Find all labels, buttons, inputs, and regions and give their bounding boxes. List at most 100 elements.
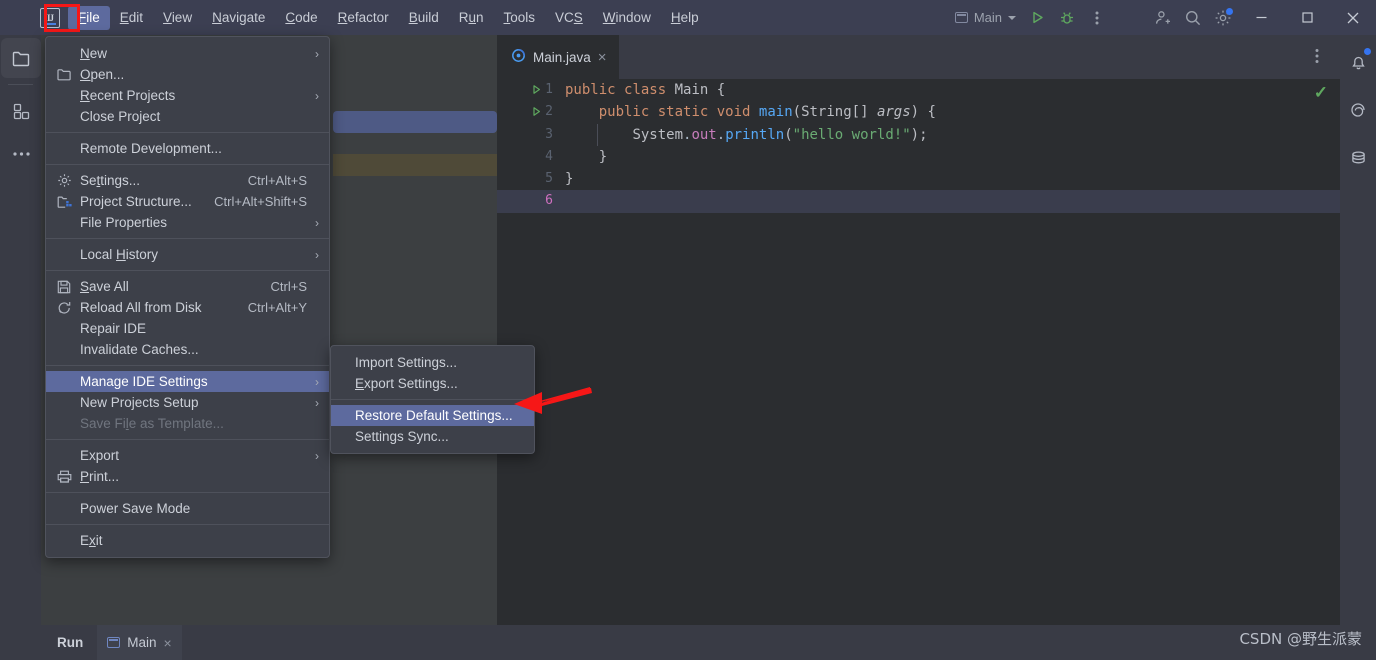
code-line[interactable]: 1 public class Main { — [497, 79, 1340, 101]
maximize-button[interactable] — [1284, 0, 1330, 35]
code-text: System.out.println("hello world!"); — [632, 126, 928, 143]
menu-item-manage-ide-settings[interactable]: Manage IDE Settings › — [46, 371, 329, 392]
run-gutter-icon[interactable] — [531, 106, 540, 117]
menu-item-print[interactable]: Print... — [46, 466, 329, 487]
run-configuration-selector[interactable]: Main — [949, 5, 1022, 31]
chevron-right-icon: › — [315, 215, 319, 230]
debug-icon[interactable] — [1052, 3, 1082, 33]
menu-item-label: Save All — [80, 279, 129, 294]
run-gutter-icon[interactable] — [531, 84, 540, 94]
chevron-right-icon: › — [315, 395, 319, 410]
menu-item-exit[interactable]: Exit — [46, 530, 329, 551]
menu-item-label: New Projects Setup — [80, 395, 199, 410]
menu-edit[interactable]: Edit — [110, 6, 153, 30]
code-line[interactable]: 3 System.out.println("hello world!"); — [497, 123, 1340, 146]
menu-item-label: Remote Development... — [80, 141, 222, 156]
settings-gear-icon[interactable] — [1208, 3, 1238, 33]
menu-item-shortcut: Ctrl+S — [270, 279, 307, 294]
submenu-item-export-settings[interactable]: Export Settings... — [331, 373, 534, 394]
submenu-item-label: Export Settings... — [355, 376, 458, 391]
submenu-item-settings-sync[interactable]: Settings Sync... — [331, 426, 534, 447]
more-options-icon[interactable] — [1082, 3, 1112, 33]
menu-separator — [46, 365, 329, 366]
code-editor[interactable]: 1 public class Main {2 public static void… — [497, 79, 1340, 625]
submenu-item-restore-default-settings[interactable]: Restore Default Settings... — [331, 405, 534, 426]
editor-tab-main-java[interactable]: Main.java × — [497, 35, 619, 79]
menu-item-label: New — [80, 46, 108, 61]
manage-ide-settings-submenu[interactable]: Import Settings... Export Settings... Rest… — [330, 345, 535, 454]
menu-item-remote-development[interactable]: Remote Development... — [46, 138, 329, 159]
close-icon[interactable]: × — [598, 50, 607, 65]
menu-item-new[interactable]: New › — [46, 43, 329, 64]
menu-run[interactable]: Run — [449, 6, 494, 30]
database-icon[interactable] — [1341, 137, 1375, 179]
menu-separator — [46, 132, 329, 133]
run-config-label: Main — [973, 10, 1002, 25]
menu-item-save-all[interactable]: Save All Ctrl+S — [46, 276, 329, 297]
menu-item-repair-ide[interactable]: Repair IDE — [46, 318, 329, 339]
main-menu-bar: File Edit View Navigate Code Refactor Build Run… — [68, 0, 709, 35]
menu-item-close-project[interactable]: Close Project — [46, 106, 329, 127]
menu-item-label: File Properties — [80, 215, 168, 230]
run-config-icon — [954, 12, 968, 23]
code-line[interactable]: 2 public static void main(String[] args)… — [497, 101, 1340, 123]
menu-item-new-projects-setup[interactable]: New Projects Setup › — [46, 392, 329, 413]
menu-item-label: Manage IDE Settings — [80, 374, 208, 389]
close-button[interactable] — [1330, 0, 1376, 35]
menu-item-local-history[interactable]: Local History › — [46, 244, 329, 265]
menu-tools[interactable]: Tools — [494, 6, 546, 30]
menu-item-file-properties[interactable]: File Properties › — [46, 212, 329, 233]
menu-navigate[interactable]: Navigate — [202, 6, 275, 30]
code-line[interactable]: 6 — [497, 190, 1340, 213]
project-folder-icon[interactable] — [1, 38, 41, 78]
java-class-icon — [511, 48, 526, 66]
menu-build[interactable]: Build — [399, 6, 449, 30]
notification-badge — [1364, 48, 1371, 55]
run-icon[interactable] — [1022, 3, 1052, 33]
menu-item-export[interactable]: Export › — [46, 445, 329, 466]
editor-options-icon[interactable] — [1312, 48, 1322, 64]
save-icon — [56, 279, 72, 295]
run-tool-window-title[interactable]: Run — [41, 635, 97, 650]
menu-file[interactable]: File — [68, 5, 110, 30]
menu-help[interactable]: Help — [661, 6, 709, 30]
settings-badge — [1226, 7, 1233, 15]
menu-item-project-structure[interactable]: Project Structure... Ctrl+Alt+Shift+S — [46, 191, 329, 212]
code-text: public class Main { — [565, 82, 726, 98]
menu-item-recent-projects[interactable]: Recent Projects › — [46, 85, 329, 106]
menu-refactor[interactable]: Refactor — [328, 6, 399, 30]
ai-assistant-icon[interactable] — [1341, 89, 1375, 131]
chevron-right-icon: › — [315, 374, 319, 389]
submenu-item-label: Import Settings... — [355, 355, 458, 370]
menu-window[interactable]: Window — [593, 6, 661, 30]
menu-item-invalidate-caches[interactable]: Invalidate Caches... — [46, 339, 329, 360]
notifications-bell-icon[interactable] — [1341, 41, 1375, 83]
menu-item-open[interactable]: Open... — [46, 64, 329, 85]
more-tool-windows-icon[interactable] — [1, 134, 41, 174]
add-user-icon[interactable] — [1148, 3, 1178, 33]
menu-code[interactable]: Code — [275, 6, 327, 30]
editor-tab-strip: Main.java × — [497, 35, 1340, 79]
menu-item-reload-all-from-disk[interactable]: Reload All from Disk Ctrl+Alt+Y — [46, 297, 329, 318]
project-selected-row[interactable] — [333, 111, 497, 133]
code-text: } — [598, 148, 608, 165]
close-icon[interactable]: × — [164, 635, 172, 651]
editor-area: Main.java × 1 public class Main {2 public… — [497, 35, 1340, 625]
inspection-status-icon[interactable]: ✓ — [1314, 83, 1328, 103]
structure-icon[interactable] — [1, 91, 41, 131]
menu-item-label: Invalidate Caches... — [80, 342, 199, 357]
menu-item-power-save-mode[interactable]: Power Save Mode — [46, 498, 329, 519]
file-menu-dropdown[interactable]: New › Open... Recent Projects › Close Project… — [45, 36, 330, 558]
menu-view[interactable]: View — [153, 6, 202, 30]
menu-vcs[interactable]: VCS — [545, 6, 593, 30]
submenu-item-import-settings[interactable]: Import Settings... — [331, 352, 534, 373]
menu-item-label: Close Project — [80, 109, 161, 124]
menu-item-settings[interactable]: Settings... Ctrl+Alt+S — [46, 170, 329, 191]
search-icon[interactable] — [1178, 3, 1208, 33]
menu-item-label: Settings... — [80, 173, 141, 188]
code-line[interactable]: 5} — [497, 168, 1340, 190]
code-line[interactable]: 4 } — [497, 146, 1340, 168]
run-tab-main[interactable]: Main × — [97, 625, 182, 660]
menu-item-label: Repair IDE — [80, 321, 147, 336]
minimize-button[interactable] — [1238, 0, 1284, 35]
